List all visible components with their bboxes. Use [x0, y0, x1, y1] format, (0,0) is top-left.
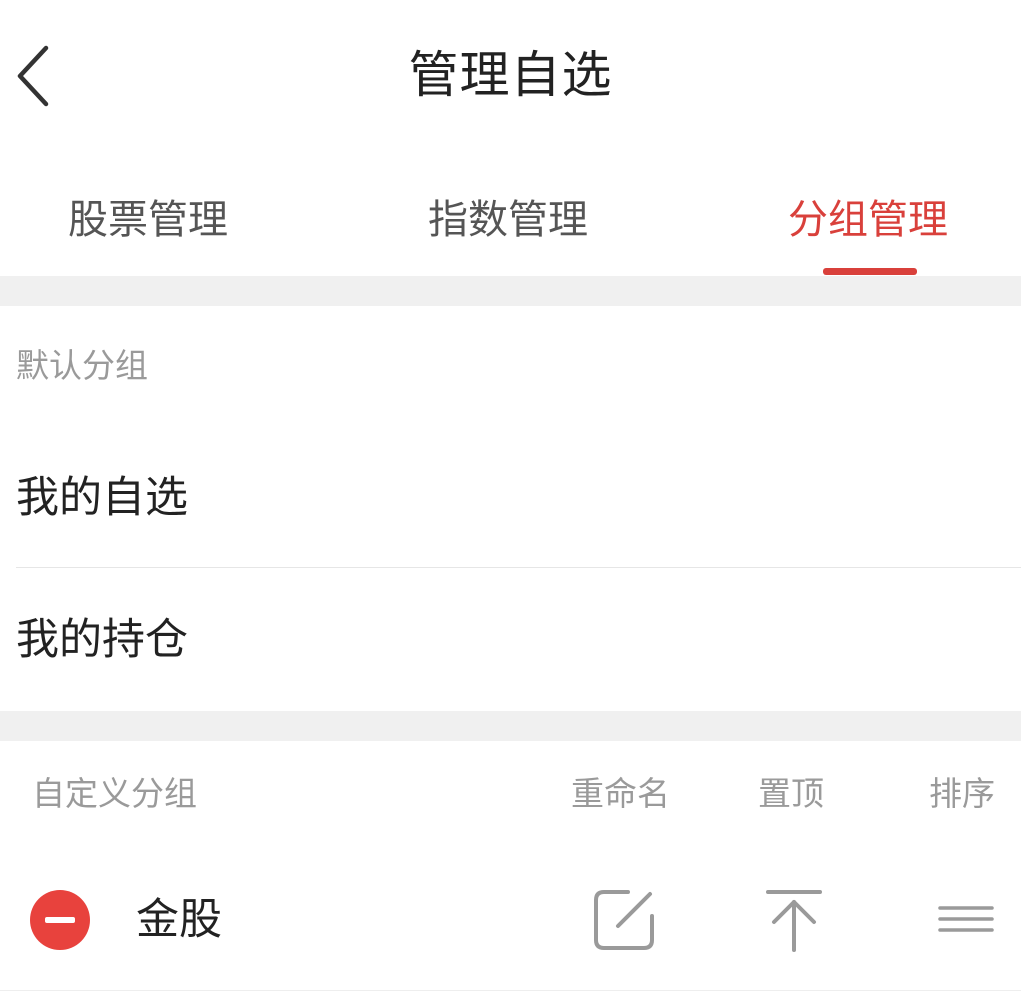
page-title: 管理自选: [408, 46, 613, 104]
tab-bar: 股票管理 指数管理 分组管理: [0, 160, 1021, 276]
pin-to-top-button[interactable]: [760, 886, 828, 954]
group-name: 金股: [136, 895, 222, 945]
group-name: 我的持仓: [16, 615, 188, 665]
pin-top-column-header: 置顶: [758, 774, 824, 813]
sort-drag-handle[interactable]: [932, 886, 1000, 954]
row-divider: [0, 990, 1021, 991]
pin-to-top-icon: [766, 890, 822, 952]
group-row-my-holdings[interactable]: 我的持仓: [0, 568, 1021, 710]
header-bar: 管理自选: [0, 0, 1021, 150]
drag-handle-icon: [938, 906, 994, 932]
rename-column-header: 重命名: [571, 774, 670, 813]
active-tab-indicator: [823, 268, 917, 275]
sort-column-header: 排序: [929, 774, 995, 813]
default-groups-label: 默认分组: [16, 346, 148, 385]
group-row-my-watchlist[interactable]: 我的自选: [0, 426, 1021, 568]
custom-groups-label: 自定义分组: [32, 774, 197, 813]
group-name: 我的自选: [16, 473, 188, 523]
custom-group-row: 金股: [0, 850, 1021, 990]
tab-index-management[interactable]: 指数管理: [428, 190, 588, 250]
tab-group-management[interactable]: 分组管理: [788, 190, 948, 250]
minus-circle-icon: [45, 917, 75, 923]
delete-group-button[interactable]: [30, 890, 90, 950]
section-gap: [0, 276, 1021, 306]
edit-icon: [594, 890, 654, 950]
rename-button[interactable]: [590, 886, 658, 954]
section-gap: [0, 711, 1021, 741]
manage-watchlist-page: 管理自选 股票管理 指数管理 分组管理 默认分组 我的自选 我的持仓 自定义分组…: [0, 0, 1021, 1001]
tab-stock-management[interactable]: 股票管理: [68, 190, 228, 250]
